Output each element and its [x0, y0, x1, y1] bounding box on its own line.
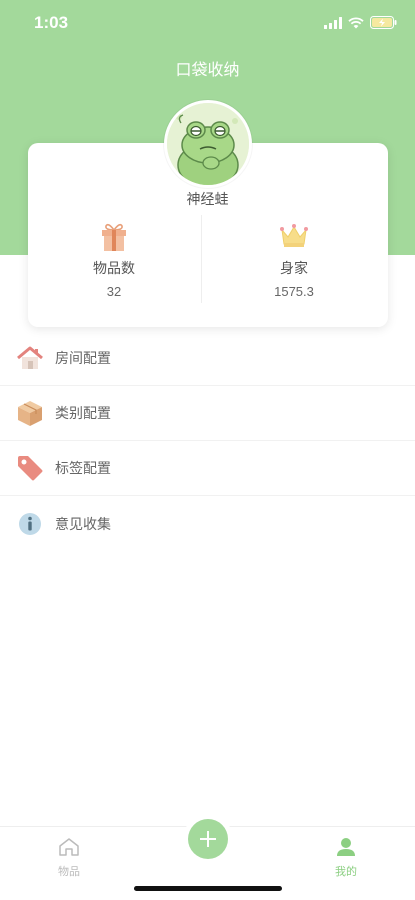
- frog-avatar-image: [167, 103, 249, 185]
- menu-item-label: 类别配置: [55, 406, 111, 422]
- settings-menu: 房间配置 类别配置 标签配置 意见收集: [0, 331, 415, 551]
- avatar[interactable]: [164, 100, 252, 188]
- box-icon: [16, 399, 44, 427]
- tab-label: 我的: [335, 865, 357, 878]
- stat-value: 1575.3: [274, 284, 314, 299]
- info-icon: [16, 510, 44, 538]
- status-bar: 1:03: [0, 0, 415, 48]
- home-outline-icon: [59, 838, 79, 856]
- stat-item-count[interactable]: 物品数 32: [28, 222, 200, 299]
- tab-label: 物品: [58, 865, 80, 878]
- gift-icon: [102, 223, 126, 251]
- stat-label: 身家: [280, 261, 308, 277]
- menu-item-tag-config[interactable]: 标签配置: [0, 441, 415, 496]
- tab-mine[interactable]: 我的: [306, 837, 386, 879]
- tab-items[interactable]: 物品: [29, 837, 109, 879]
- page-title: 口袋收纳: [175, 60, 240, 79]
- signal-icon: [324, 16, 342, 29]
- menu-item-label: 标签配置: [55, 461, 111, 477]
- stat-divider: [201, 215, 202, 303]
- home-indicator: [134, 886, 282, 891]
- house-icon: [16, 344, 44, 372]
- menu-item-category-config[interactable]: 类别配置: [0, 386, 415, 441]
- person-icon: [337, 838, 355, 856]
- wifi-icon: [348, 16, 364, 28]
- username: 神经蛙: [186, 192, 229, 208]
- menu-item-feedback[interactable]: 意见收集: [0, 496, 415, 551]
- menu-item-label: 意见收集: [55, 516, 111, 533]
- status-time: 1:03: [34, 13, 69, 32]
- menu-item-label: 房间配置: [55, 351, 111, 367]
- stat-value: 32: [106, 284, 122, 299]
- tag-icon: [16, 454, 44, 482]
- battery-charging-icon: [370, 16, 397, 29]
- add-item-button[interactable]: [188, 819, 228, 859]
- plus-icon: [200, 831, 216, 847]
- status-icons: [324, 16, 397, 29]
- stat-net-worth[interactable]: 身家 1575.3: [208, 222, 380, 299]
- stat-label: 物品数: [93, 261, 135, 277]
- menu-item-room-config[interactable]: 房间配置: [0, 331, 415, 386]
- crown-icon: [280, 224, 308, 247]
